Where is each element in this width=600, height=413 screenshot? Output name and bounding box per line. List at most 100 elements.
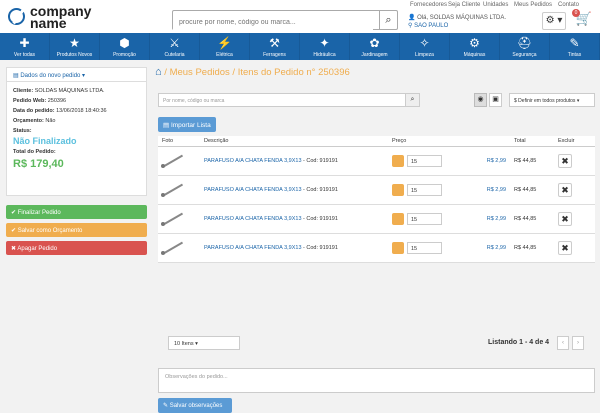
breadcrumb-meus-pedidos[interactable]: Meus Pedidos [170,67,230,78]
pagination-text: Listando 1 - 4 de 4 [488,339,550,346]
prev-page-button[interactable]: ‹ [557,336,569,350]
filter-placeholder: Por nome, código ou marca [163,98,225,104]
camera-icon[interactable]: ▣ [489,93,502,107]
category-label: Segurança [512,52,537,58]
delete-icon[interactable]: ✖ [558,153,572,168]
category-ver-todas[interactable]: ✚ Ver todas [0,33,50,60]
per-page-select[interactable]: 10 Itens ▾ [168,336,240,350]
category-bar: ✚ Ver todas ★ Produtos Novos ⬢ Promoção ⚔ Cu… [0,33,600,60]
category-hidraulica[interactable]: ✦ Hidráulica [300,33,350,60]
eye-icon[interactable]: ◉ [474,93,487,107]
link-fornecedores[interactable]: Fornecedores [410,2,447,8]
plus-icon: ✚ [19,36,30,50]
top-bar: company name ⌕ Fornecedores Seja Cliente… [0,0,600,33]
category-promocao[interactable]: ⬢ Promoção [100,33,150,60]
category-cutelaria[interactable]: ⚔ Cutelaria [150,33,200,60]
filter-input[interactable]: Por nome, código ou marca ⌕ [158,93,420,107]
row-total: R$ 44,85 [510,175,554,205]
screw-photo[interactable] [161,183,186,197]
search-icon[interactable]: ⌕ [405,94,419,106]
category-produtos-novos[interactable]: ★ Produtos Novos [50,33,100,60]
link-contato[interactable]: Contato [558,2,579,8]
apagar-pedido-button[interactable]: ✖ Apagar Pedido [6,241,147,255]
delete-icon[interactable]: ✖ [558,182,572,197]
finalizar-pedido-button[interactable]: ✔ Finalizar Pedido [6,205,147,219]
box-icon [392,154,404,167]
next-page-button[interactable]: › [572,336,584,350]
broom-icon: ✧ [419,36,430,50]
user-greeting[interactable]: 👤 Olá, SOLDAS MÁQUINAS LTDA. [408,14,506,22]
col-descricao: Descrição [200,136,388,147]
category-limpeza[interactable]: ✧ Limpeza [400,33,450,60]
quantity-input[interactable]: 15 [407,241,442,254]
category-maquinas[interactable]: ⚙ Máquinas [450,33,500,60]
link-unidades[interactable]: Unidades [483,2,508,8]
importar-lista-button[interactable]: ▤ Importar Lista [158,117,216,132]
item-description[interactable]: PARAFUSO A/A CHATA FENDA 3,9X13 - Cod: 9… [200,233,388,263]
items-table: Foto Descrição Preço Total Excluir PARAF… [158,136,595,263]
gear-icon[interactable]: ⚙ ▾ [542,12,566,30]
quantity-input[interactable]: 15 [407,183,442,196]
breadcrumb-current: Itens do Pedido n° 250396 [237,67,350,78]
status-value: Não Finalizado [13,136,77,146]
quantity-input[interactable]: 15 [407,154,442,167]
item-description[interactable]: PARAFUSO A/A CHATA FENDA 3,9X13 - Cod: 9… [200,146,388,176]
item-description[interactable]: PARAFUSO A/A CHATA FENDA 3,9X13 - Cod: 9… [200,204,388,234]
lightning-icon: ⚡ [217,36,232,50]
observations-textarea[interactable]: Observações do pedido... [158,368,595,393]
pipe-icon: ✦ [319,36,330,50]
company-logo[interactable]: company name [8,4,128,30]
category-label: Jardinagem [361,52,388,58]
cart-badge: 0 [572,9,580,17]
logo-mark-icon [8,8,25,25]
row-total: R$ 44,85 [510,204,554,234]
delete-icon[interactable]: ✖ [558,211,572,226]
paint-icon: ✎ [569,36,580,50]
definir-dropdown[interactable]: $ Definir em todos produtos ▾ [509,93,595,107]
filter-toolbar: Por nome, código ou marca ⌕ ◉ ▣ $ Definir… [158,93,595,107]
screw-photo[interactable] [161,212,186,226]
item-description[interactable]: PARAFUSO A/A CHATA FENDA 3,9X13 - Cod: 9… [200,175,388,205]
unit-price: R$ 2,99 [486,215,506,222]
category-eletrica[interactable]: ⚡ Elétrica [200,33,250,60]
search-icon[interactable]: ⌕ [379,11,397,29]
category-label: Promoção [113,52,136,58]
category-label: Ver todas [13,52,36,58]
link-seja-cliente[interactable]: Seja Cliente [448,2,480,8]
save-observations-button[interactable]: ✎ Salvar observações [158,398,232,413]
pagination-bar: 10 Itens ▾ Listando 1 - 4 de 4 ‹ › [158,336,595,354]
box-icon [392,212,404,225]
cutlery-icon: ⚔ [169,36,180,50]
screw-photo[interactable] [161,241,186,255]
category-ferragens[interactable]: ⚒ Ferragens [250,33,300,60]
row-total: R$ 44,85 [510,146,554,176]
screw-photo[interactable] [161,154,186,168]
order-info-box: ▤ Dados do novo pedido ▾ Cliente: SOLDAS… [6,67,147,196]
mower-icon: ✿ [369,36,380,50]
salvar-orcamento-button[interactable]: ✔ Salvar como Orçamento [6,223,147,237]
category-label: Cutelaria [164,52,185,58]
orcamento-row: Orçamento: Não [13,118,56,124]
user-info: 👤 Olá, SOLDAS MÁQUINAS LTDA. ⚲ SAO PAULO [408,14,506,30]
search-box: ⌕ [172,10,398,32]
category-seguranca[interactable]: ⛑ Segurança [500,33,550,60]
quantity-input[interactable]: 15 [407,212,442,225]
order-info-header[interactable]: ▤ Dados do novo pedido ▾ [7,68,146,82]
home-icon[interactable]: ⌂ [155,66,162,78]
table-row: PARAFUSO A/A CHATA FENDA 3,9X13 - Cod: 9… [158,204,595,234]
quantity-group: 15 R$ 2,99 [392,154,510,167]
category-tintas[interactable]: ✎ Tintas [550,33,600,60]
quantity-group: 15 R$ 2,99 [392,212,510,225]
quantity-group: 15 R$ 2,99 [392,183,510,196]
category-label: Hidráulica [313,52,336,58]
total-label: Total do Pedido: [13,149,56,155]
delete-icon[interactable]: ✖ [558,240,572,255]
category-jardinagem[interactable]: ✿ Jardinagem [350,33,400,60]
link-meus-pedidos[interactable]: Meus Pedidos [514,2,552,8]
search-input[interactable] [173,13,373,32]
main-content: ⌂ / Meus Pedidos / Itens do Pedido n° 25… [155,66,597,413]
user-location[interactable]: ⚲ SAO PAULO [408,22,506,30]
col-preco: Preço [388,136,510,147]
pedido-web-row: Pedido Web: 250396 [13,98,67,104]
unit-price: R$ 2,99 [486,157,506,164]
